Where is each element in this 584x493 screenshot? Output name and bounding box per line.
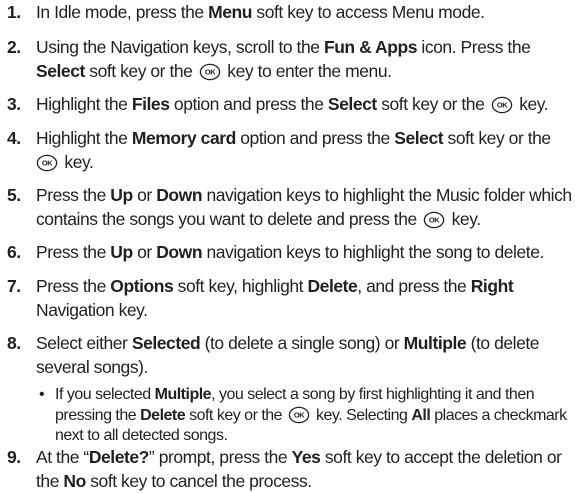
step-number: 9. bbox=[7, 447, 21, 467]
bullet-bold: All bbox=[411, 406, 431, 424]
step-bold: Multiple bbox=[403, 333, 467, 353]
step-text: (to delete a single song) or bbox=[200, 333, 404, 353]
bullet-text: soft key or the bbox=[185, 406, 283, 424]
bullet-icon: • bbox=[39, 386, 45, 403]
step-3: 3. Highlight the Files option and press … bbox=[0, 93, 584, 117]
step-bold: Right bbox=[470, 276, 514, 296]
step-1: 1. In Idle mode, press the Menu soft key… bbox=[0, 1, 584, 25]
step-7: 7. Press the Options soft key, highlight… bbox=[0, 275, 584, 322]
step-text: navigation keys to highlight the song to… bbox=[202, 242, 544, 262]
ok-key-icon: OK bbox=[36, 154, 58, 172]
step-text: soft key or the bbox=[443, 128, 552, 148]
step-text: soft key or the bbox=[376, 94, 485, 114]
step-bold: Files bbox=[131, 94, 170, 114]
step-bold: No bbox=[63, 470, 86, 491]
step-number: 2. bbox=[7, 37, 21, 57]
ok-key-icon: OK bbox=[491, 96, 513, 114]
step-text: Highlight the bbox=[36, 94, 132, 114]
step-text: Highlight the bbox=[36, 128, 132, 148]
step-text: or bbox=[132, 242, 157, 262]
step-text: Press the bbox=[36, 185, 111, 205]
step-text: Select either bbox=[36, 333, 132, 353]
step-text: ” prompt, press the bbox=[148, 447, 292, 467]
step-text: soft key, highlight bbox=[173, 276, 308, 296]
step-text: Navigation key. bbox=[36, 299, 148, 320]
step-text: icon. Press the bbox=[417, 37, 531, 57]
ok-key-icon: OK bbox=[199, 63, 221, 81]
instructions-page: 1. In Idle mode, press the Menu soft key… bbox=[0, 0, 584, 491]
step-bold: Yes bbox=[291, 447, 321, 467]
step-bold: Up bbox=[110, 242, 133, 262]
ok-key-icon: OK bbox=[288, 406, 310, 424]
step-text: , and press the bbox=[357, 276, 471, 296]
step-2: 2. Using the Navigation keys, scroll to … bbox=[0, 36, 584, 83]
step-text: In Idle mode, press the bbox=[36, 2, 209, 22]
step-number: 1. bbox=[7, 2, 21, 22]
svg-text:OK: OK bbox=[205, 67, 216, 76]
step-8: 8. Select either Selected (to delete a s… bbox=[0, 332, 584, 379]
step-text: key to enter the menu. bbox=[222, 60, 392, 81]
step-text: Press the bbox=[36, 276, 111, 296]
step-bold: Down bbox=[156, 242, 203, 262]
step-text: key. bbox=[514, 94, 549, 114]
step-5: 5. Press the Up or Down navigation keys … bbox=[0, 184, 584, 231]
bullet-bold: Multiple bbox=[154, 386, 212, 403]
step-number: 3. bbox=[7, 94, 21, 114]
step-bold: Options bbox=[110, 276, 174, 296]
sub-bullet: • If you selected Multiple, you select a… bbox=[0, 385, 584, 447]
step-bold: Up bbox=[110, 185, 133, 205]
step-bold: Fun & Apps bbox=[323, 37, 417, 57]
step-text: At the “ bbox=[36, 447, 89, 467]
step-number: 6. bbox=[7, 242, 21, 262]
step-number: 4. bbox=[7, 128, 21, 148]
svg-text:OK: OK bbox=[42, 158, 53, 167]
step-bold: Select bbox=[394, 128, 444, 148]
step-text: key. bbox=[447, 208, 481, 229]
step-bold: Memory card bbox=[131, 128, 236, 148]
step-text: key. bbox=[60, 151, 94, 172]
step-text: soft key or the bbox=[84, 60, 193, 81]
bullet-text: key. Selecting bbox=[312, 406, 412, 424]
svg-text:OK: OK bbox=[497, 101, 508, 110]
svg-text:OK: OK bbox=[294, 410, 305, 419]
ok-key-icon: OK bbox=[423, 211, 445, 229]
step-bold: Select bbox=[327, 94, 377, 114]
step-text: Press the bbox=[36, 242, 111, 262]
step-text: soft key to cancel the process. bbox=[85, 470, 312, 491]
step-text: or bbox=[132, 185, 157, 205]
step-text: Using the Navigation keys, scroll to the bbox=[36, 37, 324, 57]
step-bold: Menu bbox=[208, 2, 252, 22]
step-bold: Selected bbox=[131, 333, 201, 353]
step-bold: Select bbox=[36, 60, 85, 81]
step-4: 4. Highlight the Memory card option and … bbox=[0, 127, 584, 174]
bullet-bold: Delete bbox=[140, 406, 186, 424]
step-9: 9. At the “Delete?” prompt, press the Ye… bbox=[0, 446, 584, 493]
step-6: 6. Press the Up or Down navigation keys … bbox=[0, 241, 584, 265]
step-bold: Down bbox=[156, 185, 203, 205]
step-bold: Delete? bbox=[88, 447, 150, 467]
step-number: 5. bbox=[7, 185, 21, 205]
step-text: option and press the bbox=[235, 128, 395, 148]
step-bold: Delete bbox=[307, 276, 358, 296]
svg-text:OK: OK bbox=[429, 215, 440, 224]
step-number: 8. bbox=[7, 333, 21, 353]
step-text: option and press the bbox=[169, 94, 328, 114]
bullet-text: If you selected bbox=[55, 386, 155, 403]
step-text: soft key to access Menu mode. bbox=[251, 2, 485, 22]
step-number: 7. bbox=[7, 276, 21, 296]
